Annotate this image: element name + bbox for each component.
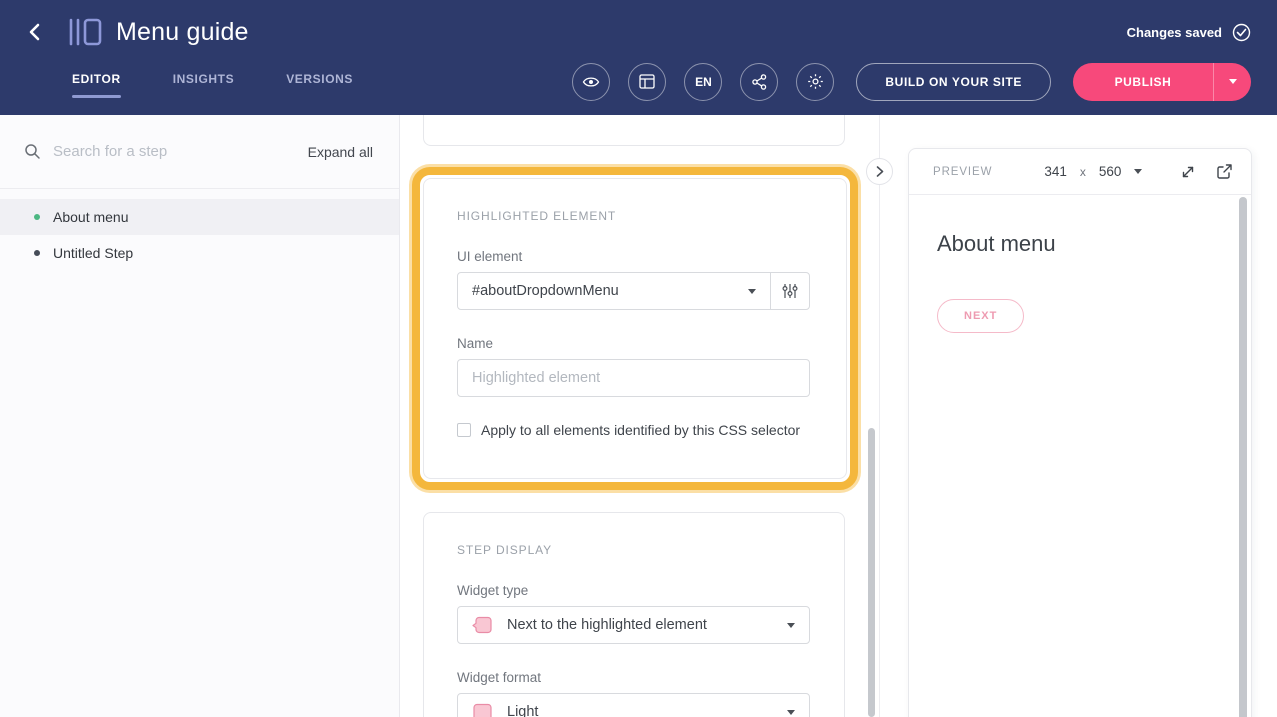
back-button[interactable] [26, 22, 44, 42]
apply-all-checkbox-row[interactable]: Apply to all elements identified by this… [457, 422, 813, 438]
expand-diagonal-icon [1180, 164, 1196, 180]
preview-scrollbar-thumb[interactable] [1239, 197, 1247, 717]
external-link-icon [1216, 163, 1233, 180]
share-button[interactable] [740, 63, 778, 101]
expand-preview-button[interactable] [1180, 164, 1196, 180]
apply-all-checkbox-label: Apply to all elements identified by this… [481, 422, 800, 438]
preview-size-x: x [1080, 165, 1086, 179]
chevron-down-icon [787, 623, 795, 628]
preview-step-title: About menu [937, 231, 1223, 257]
steps-sidebar: Expand all About menu Untitled Step [0, 115, 400, 717]
step-item-about-menu[interactable]: About menu [0, 199, 399, 235]
publish-button[interactable]: PUBLISH [1073, 63, 1213, 101]
layout-icon [639, 74, 655, 89]
changes-saved-label: Changes saved [1127, 25, 1222, 40]
preview-eye-button[interactable] [572, 63, 610, 101]
layout-button[interactable] [628, 63, 666, 101]
step-status-dot [34, 250, 40, 256]
highlighted-element-heading: HIGHLIGHTED ELEMENT [457, 209, 813, 223]
light-format-icon [472, 703, 493, 717]
ui-element-select[interactable]: #aboutDropdownMenu [458, 273, 770, 309]
search-icon [24, 143, 41, 160]
open-in-new-window-button[interactable] [1216, 163, 1233, 180]
changes-saved-status: Changes saved [1127, 23, 1251, 42]
widget-format-label: Widget format [457, 670, 811, 685]
step-list: About menu Untitled Step [0, 189, 399, 271]
gear-icon [807, 73, 824, 90]
step-status-dot [34, 214, 40, 220]
tab-versions[interactable]: VERSIONS [286, 66, 353, 98]
ui-element-label: UI element [457, 249, 813, 264]
editor-tabs: EDITOR INSIGHTS VERSIONS [72, 66, 353, 98]
settings-button[interactable] [796, 63, 834, 101]
widget-format-select[interactable]: Light [457, 693, 810, 717]
collapse-panel-button[interactable] [866, 158, 893, 185]
eye-icon [582, 75, 600, 89]
content-scrollbar-thumb[interactable] [868, 428, 875, 717]
element-settings-button[interactable] [770, 273, 809, 309]
tab-editor[interactable]: EDITOR [72, 66, 121, 98]
publish-dropdown-button[interactable] [1213, 63, 1251, 101]
step-item-label: About menu [53, 209, 129, 225]
preview-next-button[interactable]: NEXT [937, 299, 1024, 333]
chevron-down-icon [1229, 79, 1237, 84]
guide-logo-icon [68, 18, 102, 46]
sliders-icon [782, 283, 798, 299]
previous-settings-card [423, 115, 845, 146]
step-display-heading: STEP DISPLAY [457, 543, 811, 557]
highlighted-element-card-highlight: HIGHLIGHTED ELEMENT UI element #aboutDro… [412, 167, 858, 490]
widget-type-label: Widget type [457, 583, 811, 598]
preview-size-select[interactable]: 341 x 560 [1044, 164, 1142, 179]
preview-card: PREVIEW 341 x 560 About menu [908, 148, 1252, 717]
preview-height-value: 560 [1099, 164, 1122, 179]
check-circle-icon [1232, 23, 1251, 42]
step-item-untitled-step[interactable]: Untitled Step [0, 235, 399, 271]
search-step-input[interactable] [53, 143, 308, 160]
tooltip-widget-icon [472, 616, 493, 635]
expand-all-button[interactable]: Expand all [308, 144, 373, 160]
preview-heading: PREVIEW [933, 166, 992, 178]
app-header: Menu guide Changes saved EDITOR INSIGHTS… [0, 0, 1277, 115]
build-on-your-site-button[interactable]: BUILD ON YOUR SITE [856, 63, 1051, 101]
step-item-label: Untitled Step [53, 245, 133, 261]
element-name-input[interactable] [457, 359, 810, 397]
chevron-down-icon [748, 289, 756, 294]
chevron-right-icon [876, 166, 884, 177]
share-icon [752, 74, 767, 90]
ui-element-value: #aboutDropdownMenu [472, 283, 748, 299]
step-display-card: STEP DISPLAY Widget type Next to the hig… [423, 512, 845, 717]
chevron-down-icon [1134, 169, 1142, 174]
chevron-left-icon [26, 22, 44, 42]
preview-panel: PREVIEW 341 x 560 About menu [880, 115, 1277, 717]
apply-all-checkbox[interactable] [457, 423, 471, 437]
language-button[interactable]: EN [684, 63, 722, 101]
page-title: Menu guide [116, 18, 249, 47]
preview-width-value: 341 [1044, 164, 1067, 179]
name-label: Name [457, 336, 813, 351]
step-editor-content: HIGHLIGHTED ELEMENT UI element #aboutDro… [400, 115, 880, 717]
widget-format-value: Light [507, 704, 773, 717]
widget-type-value: Next to the highlighted element [507, 617, 773, 633]
tab-insights[interactable]: INSIGHTS [173, 66, 234, 98]
publish-split-button: PUBLISH [1073, 63, 1251, 101]
widget-type-select[interactable]: Next to the highlighted element [457, 606, 810, 644]
chevron-down-icon [787, 710, 795, 715]
